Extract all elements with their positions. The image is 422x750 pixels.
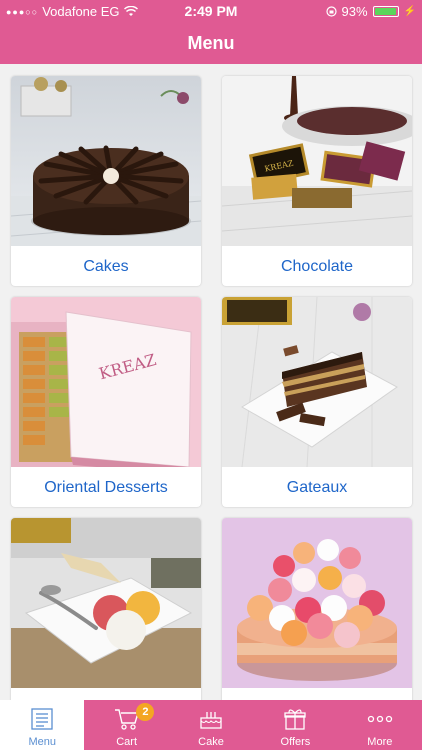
category-card-chocolate[interactable]: KREAZ Chocolate [222,76,412,286]
category-label [222,688,412,700]
tab-more[interactable]: More [338,700,422,750]
status-right: 93% ⚡ [325,4,416,19]
category-label: Cakes [83,258,129,275]
category-card-ice-cream[interactable] [11,518,201,700]
tab-label: Cake [198,736,224,748]
chocolate-photo: KREAZ [222,76,412,246]
cakes-photo [11,76,201,246]
oriental-desserts-photo: KREAZ [11,297,201,467]
tab-bar: Menu 2 Cart Cake Offers More [0,700,422,750]
category-card-oriental-desserts[interactable]: KREAZ Oriental Desserts [11,297,201,507]
category-card-cakes[interactable]: Cakes [11,76,201,286]
ice-cream-photo [11,518,201,688]
battery-percent: 93% [341,4,368,19]
navigation-bar: Menu [0,22,422,64]
gateaux-photo [222,297,412,467]
more-icon [367,715,392,723]
charging-icon: ⚡ [403,6,416,17]
tab-label: More [367,736,393,748]
category-label: Gateaux [286,479,348,496]
gift-icon [284,709,307,730]
tab-cake[interactable]: Cake [169,700,253,750]
category-label [11,688,201,700]
rotation-lock-icon [325,6,337,17]
tab-label: Cart [116,736,137,748]
tab-menu[interactable]: Menu [0,700,85,750]
macaron-cake-photo [222,518,412,688]
page-title: Menu [187,33,235,53]
category-card-gateaux[interactable]: Gateaux [222,297,412,507]
tab-label: Menu [28,736,56,748]
list-icon [31,708,53,730]
category-grid[interactable]: Cakes KREAZ Chocolate KREAZ Oriental Des… [0,64,422,700]
category-label: Oriental Desserts [44,479,168,496]
status-bar: ●●●○○ Vodafone EG 2:49 PM 93% ⚡ [0,0,422,22]
category-label: Chocolate [280,258,354,275]
battery-icon [372,6,399,17]
tab-label: Offers [280,736,311,748]
cake-icon [200,712,222,729]
tab-cart[interactable]: 2 Cart [84,700,168,750]
category-card-macaron-cake[interactable] [222,518,412,700]
cart-count-badge: 2 [136,703,155,721]
tab-offers[interactable]: Offers [253,700,337,750]
